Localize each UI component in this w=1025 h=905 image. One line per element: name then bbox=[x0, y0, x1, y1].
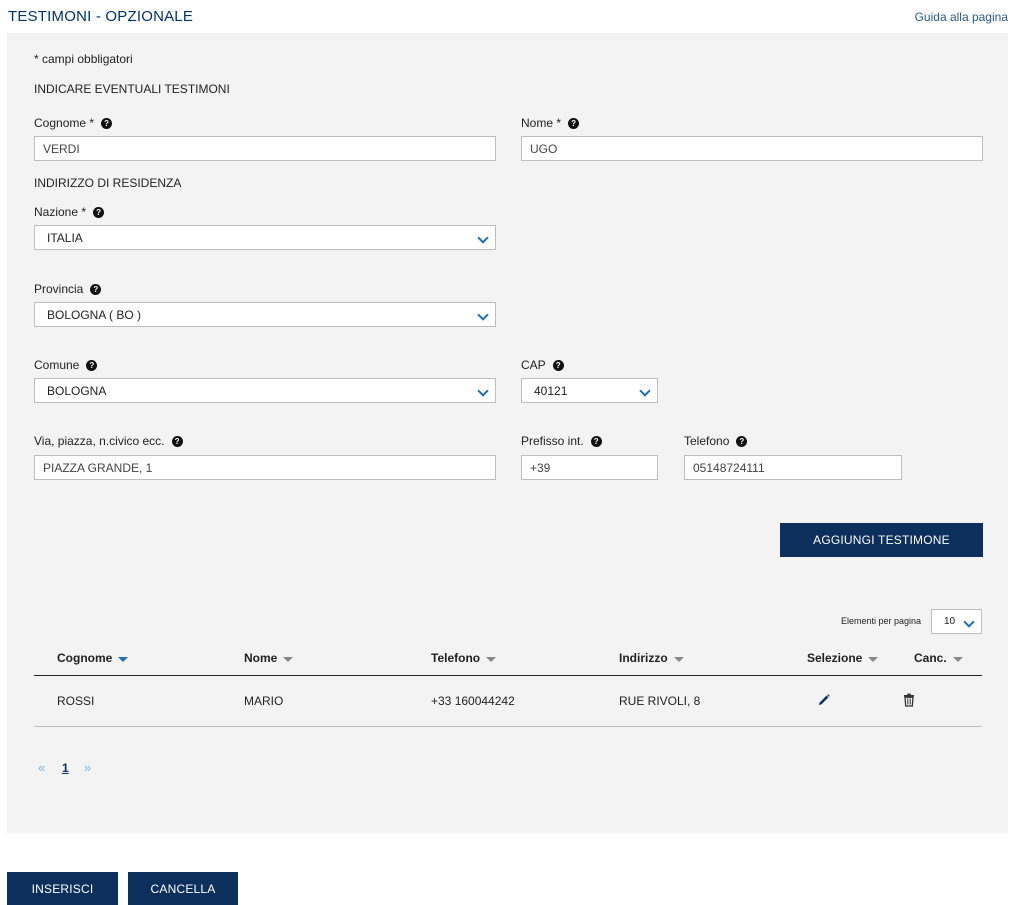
provincia-select[interactable]: BOLOGNA ( BO ) bbox=[34, 302, 496, 327]
nome-label: Nome * ? bbox=[521, 116, 580, 130]
sort-caret-icon bbox=[118, 656, 129, 662]
telefono-input[interactable]: 05148724111 bbox=[684, 455, 902, 480]
cell-telefono: +33 160044242 bbox=[431, 694, 515, 708]
chevron-down-icon bbox=[963, 616, 975, 628]
chevron-down-icon bbox=[477, 232, 489, 244]
question-circle-icon[interactable]: ? bbox=[86, 359, 98, 371]
section-title: INDICARE EVENTUALI TESTIMONI bbox=[34, 82, 230, 96]
via-value: PIAZZA GRANDE, 1 bbox=[43, 460, 153, 475]
question-circle-icon[interactable]: ? bbox=[171, 435, 183, 447]
telefono-value: 05148724111 bbox=[693, 460, 765, 475]
cap-label-text: CAP bbox=[521, 358, 546, 372]
question-circle-icon[interactable]: ? bbox=[568, 117, 580, 129]
question-circle-icon[interactable]: ? bbox=[90, 283, 102, 295]
pagination-prev[interactable]: « bbox=[38, 760, 45, 775]
column-header-nome[interactable]: Nome bbox=[244, 651, 294, 665]
table-header-divider bbox=[34, 675, 982, 676]
per-page-label: Elementi per pagina bbox=[841, 616, 922, 626]
insert-button[interactable]: INSERISCI bbox=[7, 872, 118, 905]
cap-value: 40121 bbox=[534, 383, 568, 398]
column-header-label: Canc. bbox=[914, 651, 947, 665]
provincia-label: Provincia ? bbox=[34, 282, 102, 296]
comune-value: BOLOGNA bbox=[47, 383, 107, 398]
cap-select[interactable]: 40121 bbox=[521, 378, 658, 403]
sort-caret-icon bbox=[486, 656, 497, 662]
telefono-label: Telefono ? bbox=[684, 434, 748, 448]
nazione-value: ITALIA bbox=[47, 230, 83, 245]
page-title: TESTIMONI - OPZIONALE bbox=[8, 8, 194, 25]
pencil-icon[interactable] bbox=[817, 693, 831, 707]
add-witness-button[interactable]: AGGIUNGI TESTIMONE bbox=[780, 523, 983, 557]
cognome-value: VERDI bbox=[43, 141, 80, 156]
nome-label-text: Nome * bbox=[521, 116, 562, 130]
column-header-indirizzo[interactable]: Indirizzo bbox=[619, 651, 684, 665]
provincia-value: BOLOGNA ( BO ) bbox=[47, 307, 142, 322]
comune-label: Comune ? bbox=[34, 358, 98, 372]
nome-input[interactable]: UGO bbox=[521, 136, 983, 161]
per-page-value: 10 bbox=[944, 616, 956, 627]
column-header-canc[interactable]: Canc. bbox=[914, 651, 963, 665]
column-header-telefono[interactable]: Telefono bbox=[431, 651, 497, 665]
cell-cognome: ROSSI bbox=[57, 694, 95, 708]
comune-label-text: Comune bbox=[34, 358, 80, 372]
column-header-cognome[interactable]: Cognome bbox=[57, 651, 129, 665]
cognome-label: Cognome * ? bbox=[34, 116, 113, 130]
sort-caret-icon bbox=[952, 656, 963, 662]
cap-label: CAP ? bbox=[521, 358, 564, 372]
question-circle-icon[interactable]: ? bbox=[736, 435, 748, 447]
pagination-next[interactable]: » bbox=[84, 760, 91, 775]
question-circle-icon[interactable]: ? bbox=[101, 117, 113, 129]
column-header-label: Nome bbox=[244, 651, 278, 665]
sort-caret-icon bbox=[673, 656, 684, 662]
required-note: * campi obbligatori bbox=[34, 52, 133, 66]
column-header-label: Selezione bbox=[807, 651, 863, 665]
column-header-label: Indirizzo bbox=[619, 651, 668, 665]
nazione-label-text: Nazione * bbox=[34, 205, 87, 219]
help-link[interactable]: Guida alla pagina bbox=[915, 10, 1008, 24]
column-header-selezione[interactable]: Selezione bbox=[807, 651, 879, 665]
question-circle-icon[interactable]: ? bbox=[93, 206, 105, 218]
question-circle-icon[interactable]: ? bbox=[590, 435, 602, 447]
question-circle-icon[interactable]: ? bbox=[552, 359, 564, 371]
nazione-label: Nazione * ? bbox=[34, 205, 105, 219]
via-label: Via, piazza, n.civico ecc. ? bbox=[34, 434, 183, 448]
trash-icon[interactable] bbox=[902, 693, 916, 707]
column-header-label: Cognome bbox=[57, 651, 113, 665]
cognome-input[interactable]: VERDI bbox=[34, 136, 496, 161]
prefisso-label: Prefisso int. ? bbox=[521, 434, 602, 448]
via-input[interactable]: PIAZZA GRANDE, 1 bbox=[34, 455, 496, 480]
column-header-label: Telefono bbox=[431, 651, 481, 665]
table-row-divider bbox=[34, 726, 982, 727]
pagination-page-1[interactable]: 1 bbox=[62, 761, 69, 775]
prefisso-input[interactable]: +39 bbox=[521, 455, 658, 480]
chevron-down-icon bbox=[477, 385, 489, 397]
chevron-down-icon bbox=[639, 385, 651, 397]
cancel-button[interactable]: CANCELLA bbox=[128, 872, 238, 905]
cognome-label-text: Cognome * bbox=[34, 116, 95, 130]
prefisso-label-text: Prefisso int. bbox=[521, 434, 584, 448]
via-label-text: Via, piazza, n.civico ecc. bbox=[34, 434, 165, 448]
nome-value: UGO bbox=[530, 141, 558, 156]
sort-caret-icon bbox=[868, 656, 879, 662]
comune-select[interactable]: BOLOGNA bbox=[34, 378, 496, 403]
provincia-label-text: Provincia bbox=[34, 282, 84, 296]
cell-nome: MARIO bbox=[244, 694, 284, 708]
cell-indirizzo: RUE RIVOLI, 8 bbox=[619, 694, 701, 708]
telefono-label-text: Telefono bbox=[684, 434, 730, 448]
sort-caret-icon bbox=[283, 656, 294, 662]
prefisso-value: +39 bbox=[530, 460, 551, 475]
nazione-select[interactable]: ITALIA bbox=[34, 225, 496, 250]
per-page-select[interactable]: 10 bbox=[931, 609, 982, 634]
chevron-down-icon bbox=[477, 309, 489, 321]
address-title: INDIRIZZO DI RESIDENZA bbox=[34, 176, 182, 190]
